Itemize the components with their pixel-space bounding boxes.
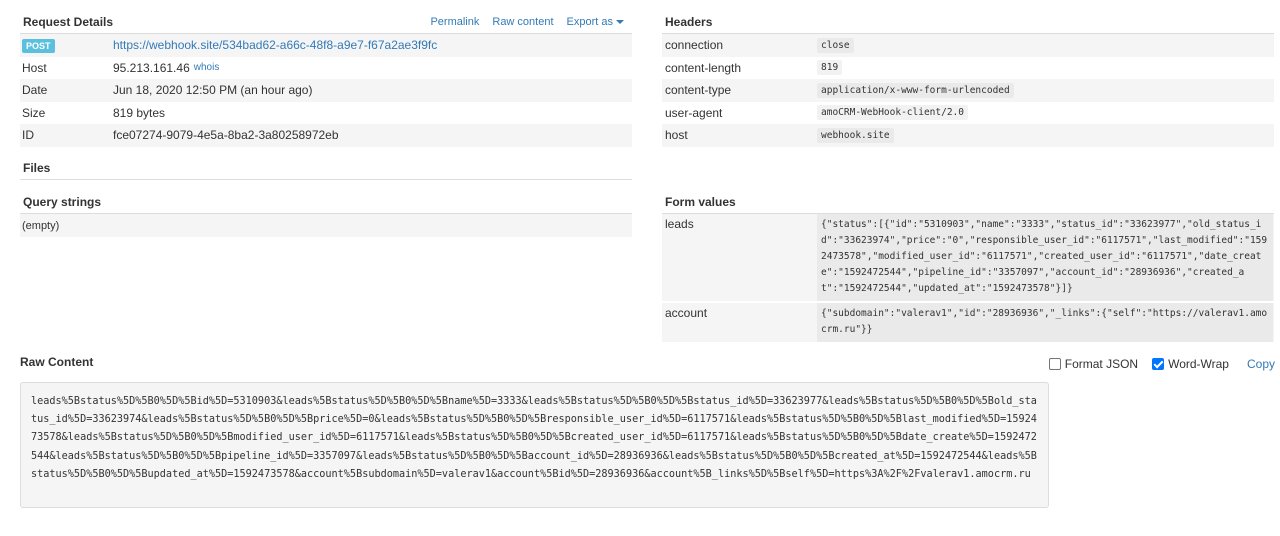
- header-key: content-length: [665, 60, 742, 75]
- method-badge: POST: [22, 39, 55, 54]
- raw-content-controls: Format JSON Word-Wrap Copy: [1041, 357, 1275, 371]
- form-values-panel: Form values leads {"status":[{"id":"5310…: [662, 190, 1274, 342]
- headers-header: Headers: [662, 10, 1274, 34]
- format-json-checkbox[interactable]: [1048, 358, 1061, 370]
- method-cell: POST: [22, 38, 113, 54]
- query-strings-empty: (empty): [20, 214, 632, 237]
- caret-down-icon: [616, 19, 624, 24]
- size-key: Size: [22, 105, 46, 120]
- host-key: Host: [22, 60, 47, 75]
- files-header: Files: [20, 156, 632, 180]
- form-value-value: {"subdomain":"valerav1","id":"28936936",…: [817, 303, 1273, 342]
- whois-link[interactable]: whois: [194, 62, 220, 73]
- form-value-key: account: [665, 306, 708, 320]
- header-value: application/x-www-form-urlencoded: [817, 82, 1014, 98]
- form-values-title: Form values: [665, 194, 736, 209]
- date-value: Jun 18, 2020 12:50 PM (an hour ago): [113, 83, 313, 98]
- files-title: Files: [23, 160, 51, 175]
- query-strings-title: Query strings: [23, 194, 102, 209]
- raw-content-link[interactable]: Raw content: [492, 16, 553, 28]
- export-as-dropdown[interactable]: Export as: [567, 16, 624, 28]
- header-row: connection close: [662, 34, 1274, 57]
- form-value-key: leads: [665, 217, 694, 231]
- word-wrap-toggle[interactable]: Word-Wrap: [1152, 357, 1229, 371]
- size-value: 819 bytes: [113, 105, 166, 120]
- files-panel: Files: [20, 156, 632, 180]
- permalink-link[interactable]: Permalink: [430, 16, 479, 28]
- headers-panel: Headers connection close content-length …: [662, 10, 1274, 147]
- request-url-link[interactable]: https://webhook.site/534bad62-a66c-48f8-…: [113, 38, 437, 52]
- header-value: close: [817, 37, 854, 53]
- id-value: fce07274-9079-4e5a-8ba2-3a80258972eb: [113, 128, 339, 143]
- header-key: content-type: [665, 83, 732, 98]
- header-key: host: [665, 128, 688, 143]
- request-details-links: Permalink Raw content Export as: [430, 16, 632, 28]
- form-value-row: leads {"status":[{"id":"5310903","name":…: [662, 214, 1274, 301]
- form-value-value: {"status":[{"id":"5310903","name":"3333"…: [817, 214, 1273, 301]
- size-row: Size 819 bytes: [20, 102, 632, 125]
- copy-button[interactable]: Copy: [1247, 357, 1275, 371]
- request-details-header: Request Details Permalink Raw content Ex…: [20, 10, 632, 34]
- header-row: user-agent amoCRM-WebHook-client/2.0: [662, 102, 1274, 125]
- raw-content-title: Raw Content: [20, 355, 94, 369]
- id-row: ID fce07274-9079-4e5a-8ba2-3a80258972eb: [20, 124, 632, 147]
- export-as-label: Export as: [566, 15, 613, 28]
- form-value-row: account {"subdomain":"valerav1","id":"28…: [662, 303, 1274, 342]
- header-row: content-length 819: [662, 57, 1274, 80]
- request-details-title: Request Details: [23, 14, 114, 29]
- host-value: 95.213.161.46: [113, 60, 190, 75]
- host-row: Host 95.213.161.46 whois: [20, 57, 632, 80]
- date-key: Date: [22, 83, 48, 98]
- form-values-header: Form values: [662, 190, 1274, 214]
- word-wrap-checkbox[interactable]: [1152, 358, 1165, 370]
- query-strings-panel: Query strings (empty): [20, 190, 632, 237]
- id-key: ID: [22, 128, 34, 143]
- header-key: connection: [665, 38, 724, 53]
- header-row: content-type application/x-www-form-urle…: [662, 79, 1274, 102]
- header-key: user-agent: [665, 105, 723, 120]
- request-details-panel: Request Details Permalink Raw content Ex…: [20, 10, 632, 147]
- format-json-toggle[interactable]: Format JSON: [1048, 357, 1139, 371]
- word-wrap-label: Word-Wrap: [1168, 357, 1229, 371]
- header-value: webhook.site: [817, 127, 894, 143]
- header-row: host webhook.site: [662, 124, 1274, 147]
- header-value: amoCRM-WebHook-client/2.0: [817, 105, 968, 121]
- headers-title: Headers: [665, 14, 713, 29]
- request-url-row: POST https://webhook.site/534bad62-a66c-…: [20, 34, 632, 57]
- format-json-label: Format JSON: [1064, 357, 1139, 371]
- header-value: 819: [817, 60, 843, 76]
- raw-content-body: leads%5Bstatus%5D%5B0%5D%5Bid%5D=5310903…: [20, 382, 1049, 508]
- query-strings-header: Query strings: [20, 190, 632, 214]
- date-row: Date Jun 18, 2020 12:50 PM (an hour ago): [20, 79, 632, 102]
